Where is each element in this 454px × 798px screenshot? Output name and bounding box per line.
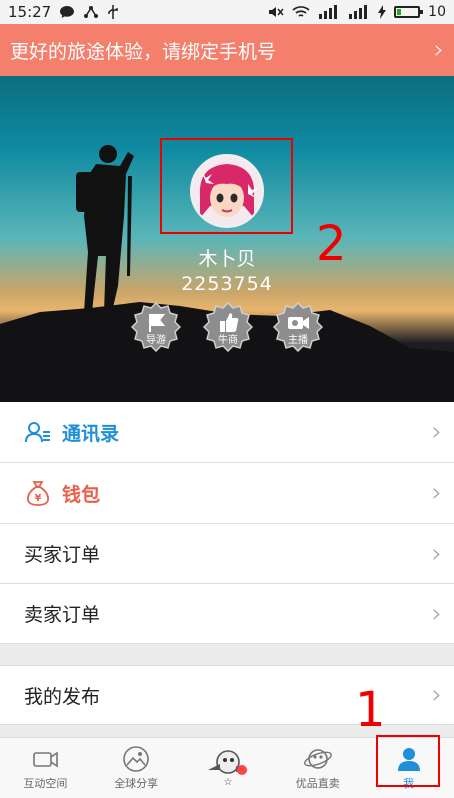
- menu-item-seller-orders[interactable]: 卖家订单 ›: [0, 584, 454, 644]
- menu-item-contacts[interactable]: 通讯录 ›: [0, 402, 454, 463]
- badge-streamer[interactable]: 主播: [273, 302, 323, 352]
- tab-label: 优品直卖: [295, 777, 340, 790]
- hiker-silhouette-background: [0, 145, 454, 402]
- profile-header: 木卜贝 2253754 导游 牛商 主播 2: [0, 76, 454, 402]
- signal-icon: [349, 5, 368, 19]
- wifi-icon: [292, 6, 310, 17]
- user-id: 2253754: [181, 273, 273, 295]
- annotation-box-me-tab: [376, 735, 440, 787]
- chevron-right-icon: ›: [431, 538, 442, 569]
- svg-text:☆: ☆: [224, 777, 233, 788]
- chevron-right-icon: ›: [431, 598, 442, 629]
- badge-label: 导游: [146, 335, 166, 346]
- menu-item-label: 通讯录: [62, 422, 120, 445]
- charging-icon: [378, 5, 387, 19]
- contacts-icon: [25, 422, 50, 443]
- battery-icon: [394, 6, 424, 18]
- avatar[interactable]: [190, 154, 264, 228]
- notification-dot: [236, 765, 247, 775]
- badge-merchant[interactable]: 牛商: [203, 302, 253, 352]
- chevron-right-icon: ›: [431, 417, 442, 447]
- annotation-number-2: 2: [316, 216, 347, 272]
- badge-label: 牛商: [218, 335, 238, 346]
- banner-text: 更好的旅途体验，请绑定手机号: [10, 40, 277, 63]
- signal-4g-icon: [319, 5, 338, 19]
- menu-item-wallet[interactable]: ¥ 钱包 ›: [0, 463, 454, 524]
- tab-premium-direct[interactable]: 优品直卖: [272, 738, 363, 798]
- mute-icon: [269, 7, 284, 17]
- video-camera-icon: [33, 751, 59, 768]
- menu-item-label: 卖家订单: [24, 604, 101, 626]
- tab-interactive-space[interactable]: 互动空间: [0, 738, 91, 798]
- menu-item-my-posts[interactable]: 我的发布 ›: [0, 665, 454, 725]
- tab-global-share[interactable]: 全球分享: [91, 738, 182, 798]
- user-name: 木卜贝: [198, 248, 256, 270]
- avatar-image: [192, 156, 262, 226]
- tab-label: 互动空间: [23, 777, 68, 790]
- tab-label: 全球分享: [114, 777, 159, 790]
- chevron-right-icon: ›: [431, 478, 442, 508]
- bind-phone-banner[interactable]: 更好的旅途体验，请绑定手机号 ›: [0, 24, 454, 76]
- chevron-right-icon: ›: [431, 680, 442, 710]
- badge-tour-guide[interactable]: 导游: [131, 302, 181, 352]
- usb-icon: [108, 5, 118, 19]
- annotation-number-1: 1: [355, 682, 386, 738]
- menu-item-buyer-orders[interactable]: 买家订单 ›: [0, 524, 454, 584]
- planet-icon: [303, 749, 332, 769]
- svg-text:¥: ¥: [35, 493, 42, 504]
- menu-item-label: 买家订单: [24, 544, 101, 566]
- badge-label: 主播: [288, 335, 308, 346]
- menu-item-label: 我的发布: [24, 685, 101, 708]
- chevron-right-icon: ›: [433, 35, 444, 65]
- money-bag-icon: ¥: [27, 481, 49, 506]
- share-node-icon: [84, 6, 99, 18]
- clock: 15:27: [8, 3, 52, 21]
- status-bar: 15:27 10: [0, 0, 454, 24]
- menu-item-label: 钱包: [62, 483, 101, 506]
- battery-level: 10: [428, 4, 446, 20]
- chat-bubble-icon: [60, 6, 75, 18]
- tab-mascot[interactable]: ☆: [182, 738, 273, 798]
- photo-icon: [123, 746, 149, 772]
